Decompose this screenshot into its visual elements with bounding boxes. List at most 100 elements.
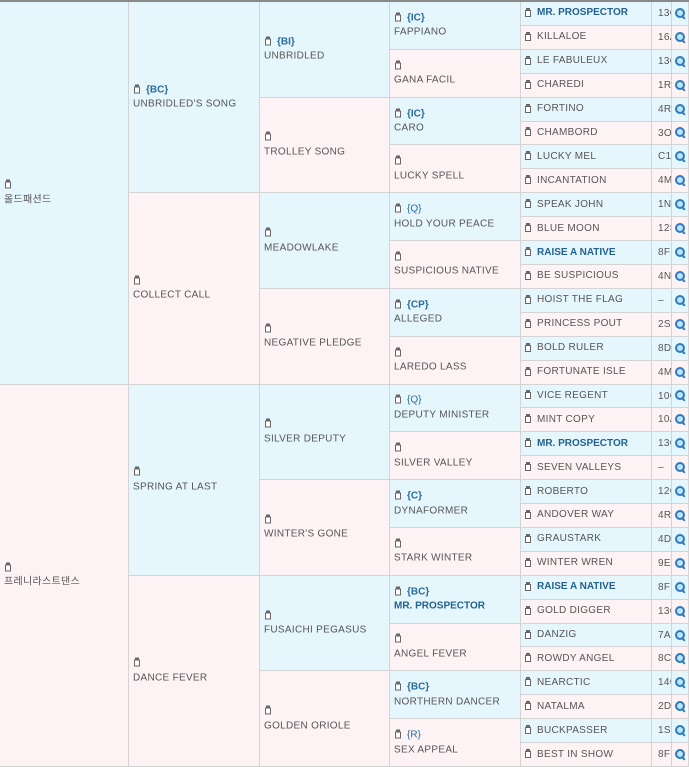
search-icon[interactable] bbox=[674, 318, 686, 330]
search-icon[interactable] bbox=[674, 677, 686, 688]
horse-name[interactable]: LUCKY SPELL bbox=[394, 170, 518, 182]
horse-name[interactable]: SILVER DEPUTY bbox=[264, 433, 387, 445]
clipboard-icon[interactable] bbox=[524, 581, 532, 592]
horse-name[interactable]: SPRING AT LAST bbox=[133, 481, 257, 493]
horse-name[interactable]: SUSPICIOUS NATIVE bbox=[394, 266, 518, 278]
horse-name[interactable]: HOIST THE FLAG bbox=[537, 294, 623, 306]
search-icon[interactable] bbox=[674, 55, 686, 67]
clipboard-icon[interactable] bbox=[524, 199, 532, 209]
clipboard-icon[interactable] bbox=[133, 657, 141, 668]
horse-name[interactable]: ALLEGED bbox=[394, 314, 518, 326]
horse-name[interactable]: KILLALOE bbox=[537, 31, 587, 43]
clipboard-icon[interactable] bbox=[264, 227, 272, 238]
search-button[interactable] bbox=[672, 384, 689, 409]
search-icon[interactable] bbox=[674, 557, 686, 569]
horse-name[interactable]: LUCKY MEL bbox=[537, 151, 596, 163]
search-icon[interactable] bbox=[674, 7, 686, 19]
search-button[interactable] bbox=[672, 264, 689, 289]
search-button[interactable] bbox=[672, 97, 689, 122]
search-icon[interactable] bbox=[674, 533, 686, 545]
search-icon[interactable] bbox=[674, 151, 686, 162]
clipboard-icon[interactable] bbox=[524, 438, 532, 448]
search-button[interactable] bbox=[672, 575, 689, 600]
search-button[interactable] bbox=[672, 527, 689, 552]
clipboard-icon[interactable] bbox=[394, 442, 402, 453]
horse-name[interactable]: SEX APPEAL bbox=[394, 744, 518, 756]
search-icon[interactable] bbox=[674, 605, 686, 617]
search-icon[interactable] bbox=[674, 725, 686, 736]
clipboard-icon[interactable] bbox=[394, 538, 402, 548]
search-icon[interactable] bbox=[674, 486, 686, 497]
clipboard-icon[interactable] bbox=[524, 486, 532, 496]
clipboard-icon[interactable] bbox=[264, 705, 272, 716]
clipboard-icon[interactable] bbox=[524, 557, 532, 568]
horse-name[interactable]: MR. PROSPECTOR bbox=[394, 601, 518, 613]
search-icon[interactable] bbox=[674, 79, 686, 91]
search-icon[interactable] bbox=[674, 223, 686, 234]
search-icon[interactable] bbox=[674, 127, 686, 138]
horse-name[interactable]: BUCKPASSER bbox=[537, 725, 608, 737]
search-icon[interactable] bbox=[674, 749, 686, 760]
horse-name[interactable]: ROBERTO bbox=[537, 486, 588, 498]
horse-name[interactable]: CHAMBORD bbox=[537, 127, 598, 139]
horse-name[interactable]: MR. PROSPECTOR bbox=[537, 7, 628, 19]
clipboard-icon[interactable] bbox=[394, 299, 402, 309]
search-icon[interactable] bbox=[674, 701, 686, 712]
horse-name[interactable]: DYNAFORMER bbox=[394, 505, 518, 517]
search-button[interactable] bbox=[672, 695, 689, 720]
clipboard-icon[interactable] bbox=[524, 342, 532, 353]
horse-name[interactable]: FORTINO bbox=[537, 103, 584, 115]
search-icon[interactable] bbox=[674, 294, 686, 306]
horse-name[interactable]: 프레니라스트댄스 bbox=[4, 577, 126, 589]
clipboard-icon[interactable] bbox=[394, 155, 402, 166]
horse-name[interactable]: 올드패션드 bbox=[4, 194, 126, 206]
search-button[interactable] bbox=[672, 432, 689, 457]
clipboard-icon[interactable] bbox=[524, 175, 532, 185]
clipboard-icon[interactable] bbox=[524, 605, 532, 616]
horse-name[interactable]: VICE REGENT bbox=[537, 390, 608, 402]
horse-name[interactable]: BLUE MOON bbox=[537, 223, 600, 235]
clipboard-icon[interactable] bbox=[394, 394, 402, 405]
clipboard-icon[interactable] bbox=[394, 60, 402, 70]
horse-name[interactable]: LAREDO LASS bbox=[394, 362, 518, 374]
clipboard-icon[interactable] bbox=[524, 629, 532, 640]
clipboard-icon[interactable] bbox=[394, 347, 402, 357]
clipboard-icon[interactable] bbox=[524, 294, 532, 305]
horse-name[interactable]: BEST IN SHOW bbox=[537, 749, 613, 761]
clipboard-icon[interactable] bbox=[394, 108, 402, 118]
clipboard-icon[interactable] bbox=[524, 533, 532, 544]
clipboard-icon[interactable] bbox=[133, 84, 141, 94]
clipboard-icon[interactable] bbox=[394, 251, 402, 261]
horse-name[interactable]: TROLLEY SONG bbox=[264, 146, 387, 158]
search-icon[interactable] bbox=[674, 270, 686, 282]
clipboard-icon[interactable] bbox=[524, 151, 532, 161]
search-button[interactable] bbox=[672, 49, 689, 74]
clipboard-icon[interactable] bbox=[394, 12, 402, 22]
clipboard-icon[interactable] bbox=[524, 103, 532, 114]
search-button[interactable] bbox=[672, 623, 689, 648]
search-icon[interactable] bbox=[674, 342, 686, 354]
search-button[interactable] bbox=[672, 743, 689, 767]
horse-name[interactable]: GOLDEN ORIOLE bbox=[264, 720, 387, 732]
horse-name[interactable]: UNBRIDLED bbox=[264, 51, 387, 63]
clipboard-icon[interactable] bbox=[394, 633, 402, 644]
horse-name[interactable]: DEPUTY MINISTER bbox=[394, 409, 518, 421]
horse-name[interactable]: HOLD YOUR PEACE bbox=[394, 218, 518, 230]
clipboard-icon[interactable] bbox=[524, 127, 532, 137]
search-icon[interactable] bbox=[674, 366, 686, 378]
clipboard-icon[interactable] bbox=[394, 681, 402, 692]
horse-name[interactable]: NEGATIVE PLEDGE bbox=[264, 338, 387, 350]
search-button[interactable] bbox=[672, 73, 689, 98]
horse-name[interactable]: COLLECT CALL bbox=[133, 290, 257, 302]
clipboard-icon[interactable] bbox=[133, 466, 141, 477]
horse-name[interactable]: DANCE FEVER bbox=[133, 672, 257, 684]
search-icon[interactable] bbox=[674, 414, 686, 425]
search-icon[interactable] bbox=[674, 390, 686, 401]
horse-name[interactable]: GOLD DIGGER bbox=[537, 605, 611, 617]
horse-name[interactable]: BE SUSPICIOUS bbox=[537, 270, 619, 282]
horse-name[interactable]: CHAREDI bbox=[537, 79, 584, 91]
search-icon[interactable] bbox=[674, 103, 686, 115]
clipboard-icon[interactable] bbox=[133, 275, 141, 285]
horse-name[interactable]: RAISE A NATIVE bbox=[537, 581, 616, 593]
horse-name[interactable]: ANDOVER WAY bbox=[537, 509, 614, 521]
